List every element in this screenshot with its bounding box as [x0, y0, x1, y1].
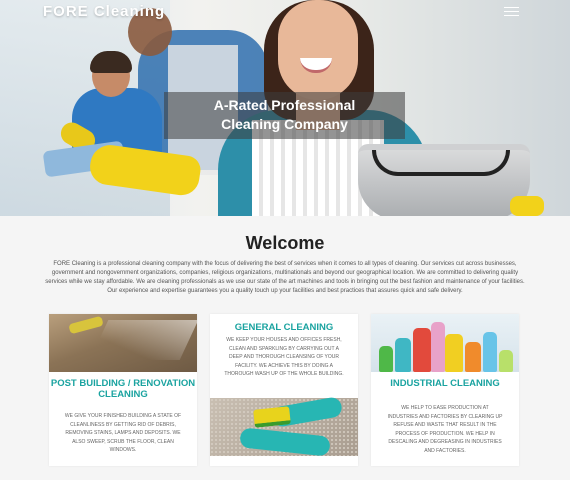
- service-card-general: GENERAL CLEANING WE KEEP YOUR HOUSES AND…: [210, 314, 358, 466]
- bottle-shape: [483, 332, 497, 372]
- welcome-description: FORE Cleaning is a professional cleaning…: [45, 261, 525, 294]
- service-title: GENERAL CLEANING: [234, 322, 334, 333]
- bottle-shape: [413, 328, 431, 372]
- service-title: POST BUILDING / RENOVATION CLEANING: [50, 378, 196, 400]
- brand-logo-link[interactable]: FORE Cleaning: [43, 3, 165, 20]
- service-card-industrial: INDUSTRIAL CLEANING WE HELP TO EASE PROD…: [371, 314, 519, 466]
- welcome-title: Welcome: [245, 233, 325, 253]
- sponge-shape: [253, 406, 291, 428]
- hamburger-menu-icon[interactable]: [504, 7, 519, 16]
- menu-bar: [504, 7, 519, 8]
- cleaning-products-image: [371, 314, 519, 372]
- hero-woman-face: [278, 0, 358, 100]
- tagline-line-1: A-Rated Professional: [213, 97, 356, 113]
- carpet-cleaning-image: [210, 396, 358, 457]
- bottle-shape: [395, 338, 411, 372]
- hero-yellow-glove-right: [510, 196, 544, 216]
- hero-bucket-handle: [372, 150, 510, 176]
- service-description: WE KEEP YOUR HOUSES AND OFFICES FRESH, C…: [224, 337, 344, 377]
- menu-bar: [504, 11, 519, 12]
- service-title: INDUSTRIAL CLEANING: [390, 378, 500, 389]
- tagline-line-2: Cleaning Company: [221, 116, 348, 132]
- bottle-shape: [379, 346, 393, 372]
- hero-tagline: A-Rated Professional Cleaning Company: [164, 92, 405, 139]
- spray-mist-shape: [89, 320, 197, 360]
- bottle-shape: [499, 350, 513, 372]
- bottle-shape: [465, 342, 481, 372]
- service-description: WE GIVE YOUR FINISHED BUILDING A STATE O…: [64, 413, 182, 453]
- service-card-post-building: POST BUILDING / RENOVATION CLEANING WE G…: [49, 314, 197, 466]
- spray-gun-shape: [68, 315, 104, 335]
- bottle-shape: [431, 322, 445, 372]
- bottle-shape: [445, 334, 463, 372]
- teal-glove-shape: [239, 427, 331, 457]
- menu-bar: [504, 15, 519, 16]
- hero-child-hair: [90, 51, 132, 73]
- service-description: WE HELP TO EASE PRODUCTION AT INDUSTRIES…: [387, 405, 503, 454]
- hero-banner: FORE Cleaning A-Rated Professional Clean…: [0, 0, 570, 216]
- pressure-washing-image: [49, 314, 197, 372]
